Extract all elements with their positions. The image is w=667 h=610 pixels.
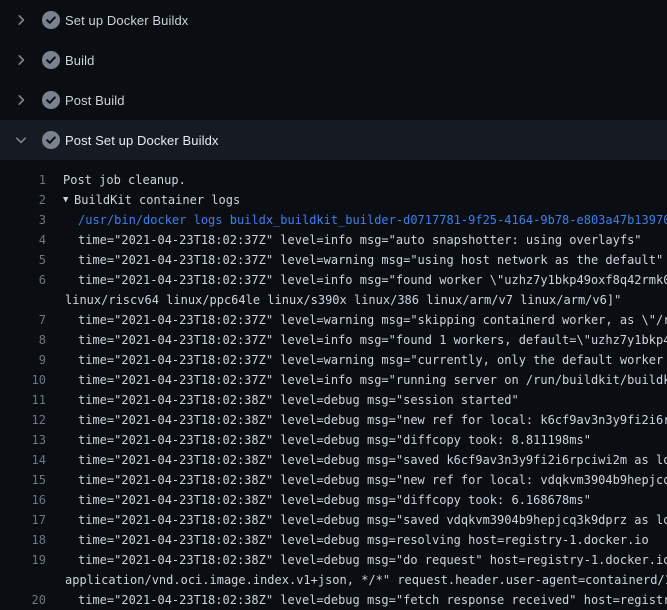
log-line: linux/riscv64 linux/ppc64le linux/s390x … [0, 290, 667, 310]
log-line-number[interactable]: 1 [0, 170, 46, 190]
log-line: 8 time="2021-04-23T18:02:37Z" level=info … [0, 330, 667, 350]
step-title: Post Build [65, 93, 125, 108]
log-line-text: time="2021-04-23T18:02:37Z" level=warnin… [78, 350, 667, 370]
log-line-number[interactable]: 14 [0, 450, 46, 470]
log-line-number[interactable]: 2 [0, 190, 46, 210]
check-circle-icon [42, 131, 60, 149]
log-line-number[interactable]: 4 [0, 230, 46, 250]
log-line-text: time="2021-04-23T18:02:38Z" level=debug … [78, 530, 649, 550]
log-line-text: time="2021-04-23T18:02:37Z" level=warnin… [78, 250, 663, 270]
log-line-number[interactable]: 13 [0, 430, 46, 450]
log-line: 5 time="2021-04-23T18:02:37Z" level=warni… [0, 250, 667, 270]
log-line: 12 time="2021-04-23T18:02:38Z" level=debu… [0, 410, 667, 430]
log-line: 11 time="2021-04-23T18:02:38Z" level=debu… [0, 390, 667, 410]
log-line-text: application/vnd.oci.image.index.v1+json,… [65, 570, 667, 590]
log-line-text: time="2021-04-23T18:02:37Z" level=info m… [78, 270, 667, 290]
log-line-text: time="2021-04-23T18:02:38Z" level=debug … [78, 550, 667, 570]
log-line: 9 time="2021-04-23T18:02:37Z" level=warni… [0, 350, 667, 370]
log-command-text: /usr/bin/docker logs buildx_buildkit_bui… [78, 210, 667, 230]
log-line-number[interactable]: 9 [0, 350, 46, 370]
log-line: 6 time="2021-04-23T18:02:37Z" level=info … [0, 270, 667, 290]
log-line-text: time="2021-04-23T18:02:38Z" level=debug … [78, 430, 591, 450]
log-line: 1 Post job cleanup. [0, 170, 667, 190]
log-line-number [0, 570, 46, 590]
log-line: 19 time="2021-04-23T18:02:38Z" level=debu… [0, 550, 667, 570]
log-line-number[interactable]: 5 [0, 250, 46, 270]
log-line-text: BuildKit container logs [74, 190, 240, 210]
log-line-number[interactable]: 15 [0, 470, 46, 490]
log-line: 7 time="2021-04-23T18:02:37Z" level=warni… [0, 310, 667, 330]
log-line-number[interactable]: 8 [0, 330, 46, 350]
log-line-text: time="2021-04-23T18:02:38Z" level=debug … [78, 410, 667, 430]
chevron-right-icon [13, 12, 29, 28]
log-line-number[interactable]: 20 [0, 590, 46, 610]
log-line-text: time="2021-04-23T18:02:38Z" level=debug … [78, 390, 519, 410]
log-line-text: time="2021-04-23T18:02:37Z" level=info m… [78, 330, 667, 350]
log-group-toggle-icon[interactable]: ▼ [63, 190, 74, 210]
step-header-post-build[interactable]: Post Build [0, 80, 667, 120]
log-line-number[interactable]: 10 [0, 370, 46, 390]
log-line-number[interactable]: 19 [0, 550, 46, 570]
log-line: 4 time="2021-04-23T18:02:37Z" level=info … [0, 230, 667, 250]
check-circle-icon [42, 91, 60, 109]
log-line: 13 time="2021-04-23T18:02:38Z" level=debu… [0, 430, 667, 450]
log-line: 17 time="2021-04-23T18:02:38Z" level=debu… [0, 510, 667, 530]
log-line-text: linux/riscv64 linux/ppc64le linux/s390x … [65, 290, 621, 310]
log-line: 3/usr/bin/docker logs buildx_buildkit_bu… [0, 210, 667, 230]
chevron-down-icon [13, 132, 29, 148]
log-line: 18 time="2021-04-23T18:02:38Z" level=debu… [0, 530, 667, 550]
log-line: 15 time="2021-04-23T18:02:38Z" level=debu… [0, 470, 667, 490]
log-line-number[interactable]: 18 [0, 530, 46, 550]
log-line-number [0, 290, 46, 310]
log-container[interactable]: 1 Post job cleanup. 2 ▼BuildKit container l… [0, 160, 667, 610]
log-line: application/vnd.oci.image.index.v1+json,… [0, 570, 667, 590]
log-line-number[interactable]: 17 [0, 510, 46, 530]
log-line: 2 ▼BuildKit container logs [0, 190, 667, 210]
step-title: Build [65, 53, 94, 68]
log-line-number[interactable]: 12 [0, 410, 46, 430]
step-header-build[interactable]: Build [0, 40, 667, 80]
step-header-post-set-up-docker-buildx[interactable]: Post Set up Docker Buildx [0, 120, 667, 160]
log-line-text: time="2021-04-23T18:02:37Z" level=warnin… [78, 310, 667, 330]
log-line-text: time="2021-04-23T18:02:38Z" level=debug … [78, 450, 667, 470]
log-line-text: Post job cleanup. [63, 170, 186, 190]
log-line-number[interactable]: 6 [0, 270, 46, 290]
log-line: 14 time="2021-04-23T18:02:38Z" level=debu… [0, 450, 667, 470]
log-line: 10 time="2021-04-23T18:02:37Z" level=info… [0, 370, 667, 390]
check-circle-icon [42, 51, 60, 69]
step-header-set-up-docker-buildx[interactable]: Set up Docker Buildx [0, 0, 667, 40]
log-line: 20 time="2021-04-23T18:02:38Z" level=debu… [0, 590, 667, 610]
log-line-number[interactable]: 7 [0, 310, 46, 330]
log-line-text: time="2021-04-23T18:02:37Z" level=info m… [78, 230, 642, 250]
log-line-number[interactable]: 3 [0, 210, 46, 230]
log-line-text: time="2021-04-23T18:02:38Z" level=debug … [78, 490, 591, 510]
check-circle-icon [42, 11, 60, 29]
step-list: Set up Docker Buildx Build Post Build Po… [0, 0, 667, 160]
log-line: 16 time="2021-04-23T18:02:38Z" level=debu… [0, 490, 667, 510]
log-line-text: time="2021-04-23T18:02:37Z" level=info m… [78, 370, 667, 390]
chevron-right-icon [13, 92, 29, 108]
chevron-right-icon [13, 52, 29, 68]
step-title: Set up Docker Buildx [65, 13, 188, 28]
log-line-text: time="2021-04-23T18:02:38Z" level=debug … [78, 510, 667, 530]
step-title: Post Set up Docker Buildx [65, 133, 219, 148]
log-line-text: time="2021-04-23T18:02:38Z" level=debug … [78, 590, 667, 610]
log-line-text: time="2021-04-23T18:02:38Z" level=debug … [78, 470, 667, 490]
log-line-number[interactable]: 16 [0, 490, 46, 510]
log-line-number[interactable]: 11 [0, 390, 46, 410]
